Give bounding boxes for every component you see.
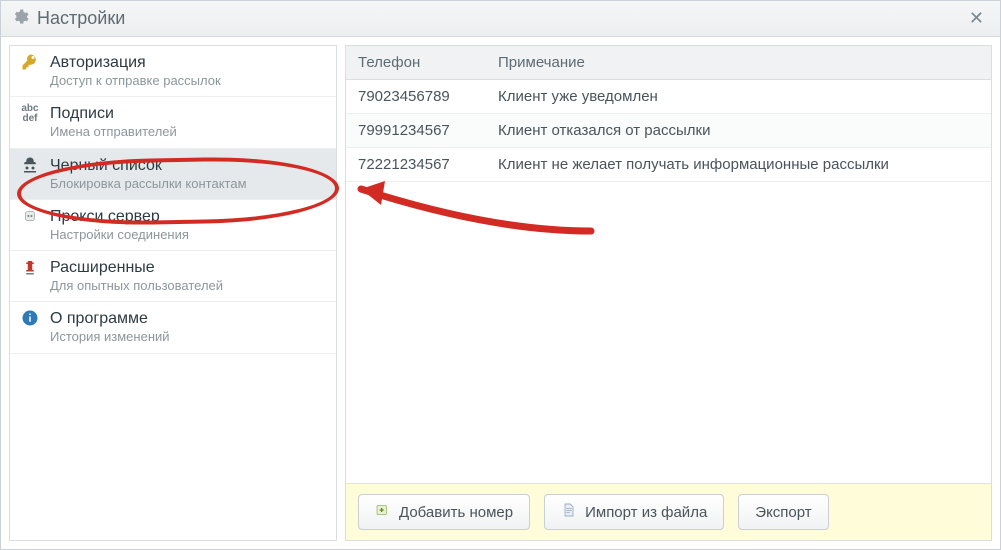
- table-row[interactable]: 79023456789 Клиент уже уведомлен: [346, 80, 991, 114]
- import-button[interactable]: Импорт из файла: [544, 494, 724, 530]
- sidebar-item-title: Черный список: [50, 156, 247, 176]
- cell-phone: 79023456789: [346, 80, 486, 114]
- abc-icon: abcdef: [20, 104, 40, 136]
- cell-note: Клиент отказался от рассылки: [486, 114, 991, 148]
- gear-icon: [11, 8, 29, 29]
- sidebar-item-subtitle: Блокировка рассылки контактам: [50, 176, 247, 192]
- sidebar-item-subtitle: Настройки соединения: [50, 227, 189, 243]
- main-panel: Телефон Примечание 79023456789 Клиент уж…: [345, 45, 992, 541]
- add-number-button[interactable]: Добавить номер: [358, 494, 530, 530]
- column-header-note[interactable]: Примечание: [486, 46, 991, 80]
- sidebar-item-signatures[interactable]: abcdef Подписи Имена отправителей: [10, 97, 336, 148]
- table-row[interactable]: 72221234567 Клиент не желает получать ин…: [346, 148, 991, 182]
- file-icon: [561, 502, 577, 522]
- sidebar-item-advanced[interactable]: Расширенные Для опытных пользователей: [10, 251, 336, 302]
- close-button[interactable]: ✕: [963, 6, 990, 31]
- blacklist-table: Телефон Примечание 79023456789 Клиент уж…: [346, 46, 991, 182]
- titlebar: Настройки ✕: [1, 1, 1000, 37]
- sidebar-item-title: О программе: [50, 309, 170, 329]
- cell-note: Клиент не желает получать информационные…: [486, 148, 991, 182]
- sidebar-item-auth[interactable]: Авторизация Доступ к отправке рассылок: [10, 46, 336, 97]
- add-icon: [375, 502, 391, 522]
- sidebar-item-title: Подписи: [50, 104, 177, 124]
- sidebar-item-blacklist[interactable]: Черный список Блокировка рассылки контак…: [10, 149, 336, 200]
- plug-icon: [20, 207, 40, 239]
- toolbar: Добавить номер Импорт из файла Экспорт: [346, 483, 991, 540]
- window-title: Настройки: [37, 8, 125, 29]
- sidebar-item-title: Расширенные: [50, 258, 223, 278]
- info-icon: [20, 309, 40, 341]
- sidebar-item-title: Прокси сервер: [50, 207, 189, 227]
- settings-dialog: Настройки ✕ Авторизация Доступ к отправк…: [0, 0, 1001, 550]
- column-header-phone[interactable]: Телефон: [346, 46, 486, 80]
- button-label: Экспорт: [755, 504, 811, 521]
- button-label: Добавить номер: [399, 504, 513, 521]
- sidebar-item-proxy[interactable]: Прокси сервер Настройки соединения: [10, 200, 336, 251]
- sidebar: Авторизация Доступ к отправке рассылок a…: [9, 45, 337, 541]
- table-row[interactable]: 79991234567 Клиент отказался от рассылки: [346, 114, 991, 148]
- cell-phone: 72221234567: [346, 148, 486, 182]
- key-icon: [20, 53, 40, 85]
- hydrant-icon: [20, 258, 40, 290]
- spy-icon: [20, 156, 40, 188]
- sidebar-item-subtitle: Доступ к отправке рассылок: [50, 73, 221, 89]
- sidebar-item-about[interactable]: О программе История изменений: [10, 302, 336, 353]
- sidebar-item-subtitle: Для опытных пользователей: [50, 278, 223, 294]
- cell-phone: 79991234567: [346, 114, 486, 148]
- button-label: Импорт из файла: [585, 504, 707, 521]
- sidebar-item-title: Авторизация: [50, 53, 221, 73]
- cell-note: Клиент уже уведомлен: [486, 80, 991, 114]
- export-button[interactable]: Экспорт: [738, 494, 828, 530]
- sidebar-item-subtitle: История изменений: [50, 329, 170, 345]
- sidebar-item-subtitle: Имена отправителей: [50, 124, 177, 140]
